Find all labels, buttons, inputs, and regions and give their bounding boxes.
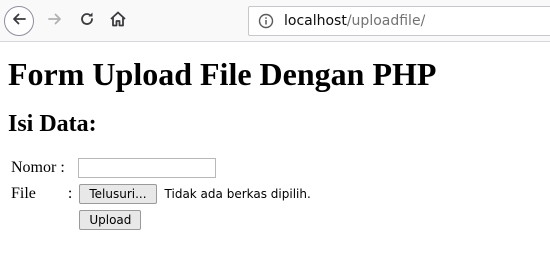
upload-button[interactable]: Upload bbox=[79, 210, 142, 230]
nomor-colon: : bbox=[60, 159, 65, 176]
reload-button[interactable] bbox=[72, 6, 102, 36]
file-status: Tidak ada berkas dipilih. bbox=[164, 187, 311, 201]
page-title: Form Upload File Dengan PHP bbox=[8, 56, 437, 92]
info-icon[interactable] bbox=[258, 13, 274, 29]
url-text: localhost/uploadfile/ bbox=[284, 13, 425, 29]
browser-toolbar: localhost/uploadfile/ bbox=[0, 0, 550, 42]
reload-icon bbox=[79, 11, 95, 32]
nomor-input[interactable] bbox=[78, 158, 217, 178]
url-host: localhost bbox=[284, 13, 347, 29]
back-button[interactable] bbox=[4, 6, 34, 36]
file-input-cell: Telusuri... Tidak ada berkas dipilih. bbox=[75, 182, 311, 206]
forward-arrow-icon bbox=[47, 11, 63, 32]
file-label-cell: File: bbox=[10, 182, 73, 206]
forward-button[interactable] bbox=[40, 6, 70, 36]
address-bar[interactable]: localhost/uploadfile/ bbox=[248, 6, 550, 36]
form-row-nomor: Nomor : bbox=[10, 156, 312, 180]
submit-cell: Upload bbox=[75, 208, 311, 232]
section-title: Isi Data: bbox=[8, 111, 97, 137]
url-path: /uploadfile/ bbox=[346, 13, 426, 29]
nomor-label-cell: Nomor : bbox=[10, 156, 73, 180]
nomor-input-cell bbox=[75, 156, 311, 180]
form-row-file: File: Telusuri... Tidak ada berkas dipil… bbox=[10, 182, 312, 206]
empty-cell bbox=[10, 208, 73, 232]
page-content: Form Upload File Dengan PHP Isi Data: No… bbox=[8, 42, 542, 234]
upload-form: Nomor : File: Telusuri... Tidak ada berk… bbox=[8, 154, 314, 234]
nomor-label: Nomor bbox=[11, 159, 57, 176]
file-label: File bbox=[11, 185, 36, 202]
home-button[interactable] bbox=[103, 6, 133, 36]
file-colon: : bbox=[67, 185, 73, 202]
form-row-submit: Upload bbox=[10, 208, 312, 232]
home-icon bbox=[109, 10, 127, 33]
browse-button[interactable]: Telusuri... bbox=[79, 184, 157, 204]
back-arrow-icon bbox=[11, 11, 27, 32]
